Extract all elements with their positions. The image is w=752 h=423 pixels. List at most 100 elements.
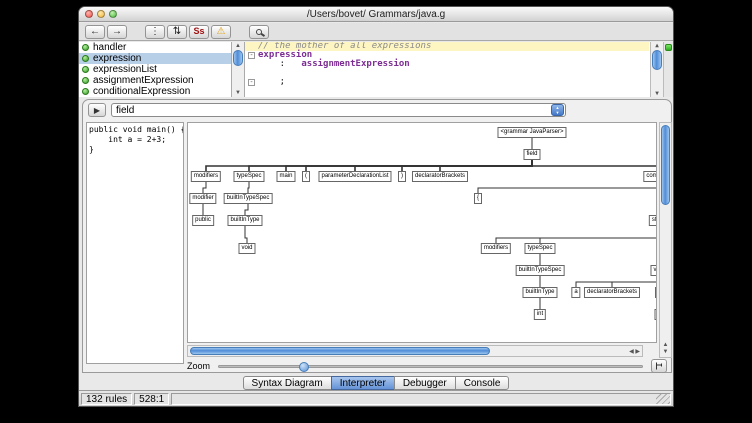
search-icon (256, 29, 262, 35)
fold-gutter (245, 42, 258, 51)
zoom-slider-thumb[interactable] (299, 362, 309, 372)
tab-console[interactable]: Console (455, 376, 510, 390)
editor-scrollbar[interactable]: ▲ ▼ (650, 42, 663, 97)
tree-node-db2[interactable]: declaratorBrackets (584, 287, 640, 298)
editor-line[interactable]: : assignmentExpression (245, 60, 649, 69)
window-title: /Users/bovet/ Grammars/java.g (79, 9, 673, 20)
zoom-label: Zoom (187, 361, 210, 371)
editor-line[interactable]: - ; (245, 78, 649, 87)
rules-scroll-thumb[interactable] (233, 50, 243, 66)
tree-node-bit1[interactable]: builtInType (227, 215, 262, 226)
rule-item[interactable]: handler (79, 42, 231, 53)
tree-node-lc[interactable]: { (474, 193, 482, 204)
fold-gutter (245, 69, 258, 78)
rule-item[interactable]: conditionalExpression (79, 86, 231, 97)
rule-item-label: expression (93, 53, 141, 64)
scroll-down-icon[interactable]: ▼ (651, 90, 663, 97)
tree-node-expr2[interactable]: expression (654, 309, 657, 320)
scroll-up-icon[interactable]: ▲ (232, 43, 244, 49)
rules-scrollbar[interactable]: ▲ ▼ (232, 42, 245, 97)
tree-node-ts1[interactable]: typeSpec (233, 171, 264, 182)
tree-vertical-scrollbar[interactable]: ▲▼ (659, 122, 672, 358)
tree-hscroll-thumb[interactable] (190, 347, 490, 355)
tab-interpreter[interactable]: Interpreter (331, 376, 395, 390)
rule-status-icon (82, 44, 89, 51)
find-button[interactable] (249, 25, 269, 39)
export-tree-button[interactable] (651, 359, 667, 373)
rule-item[interactable]: assignmentExpression (79, 75, 231, 86)
view-tabs: Syntax DiagramInterpreterDebuggerConsole (79, 376, 673, 390)
tree-node-mods1[interactable]: modifiers (191, 171, 221, 182)
grammar-editor[interactable]: // the mother of all expressions-express… (245, 42, 673, 97)
tree-node-bits1[interactable]: builtInTypeSpec (224, 193, 273, 204)
forward-button[interactable]: → (107, 25, 127, 39)
parse-tree-canvas[interactable]: <grammar JavaParser> field modifiers typeSp… (187, 122, 657, 343)
rules-list: handlerexpressionexpressionListassignmen… (79, 42, 232, 97)
tree-node-db1[interactable]: declaratorBrackets (412, 171, 468, 182)
tab-debugger[interactable]: Debugger (394, 376, 456, 390)
tree-edges (188, 123, 657, 343)
play-icon: ▶ (94, 106, 100, 115)
rule-item-label: expressionList (93, 64, 157, 75)
tab-syntax-diagram[interactable]: Syntax Diagram (243, 376, 332, 390)
tree-node-root[interactable]: <grammar JavaParser> (497, 127, 566, 138)
tree-node-ts2[interactable]: typeSpec (524, 243, 555, 254)
title-bar[interactable]: /Users/bovet/ Grammars/java.g (79, 7, 673, 22)
code-segment: assignmentExpression (301, 60, 409, 69)
tree-node-main[interactable]: main (276, 171, 295, 182)
rule-count-cell: 132 rules (81, 393, 132, 405)
warnings-button[interactable]: ⚠ (211, 25, 231, 39)
tree-node-int2[interactable]: int (534, 309, 546, 320)
zoom-controls: Zoom (187, 358, 667, 374)
tree-node-bits2[interactable]: builtInTypeSpec (516, 265, 565, 276)
tree-node-a[interactable]: a (571, 287, 580, 298)
rule-item[interactable]: expression (79, 53, 231, 64)
scroll-arrows-icon[interactable]: ▲▼ (660, 342, 671, 356)
editor-line[interactable] (245, 69, 649, 78)
rule-item[interactable]: expressionList (79, 64, 231, 75)
run-interpreter-button[interactable]: ▶ (88, 103, 106, 117)
tree-node-field[interactable]: field (523, 149, 540, 160)
tree-node-cs[interactable]: compoundStatement (643, 171, 657, 182)
tree-node-vdefs[interactable]: variableDefinitions (650, 265, 657, 276)
scroll-arrows-icon[interactable]: ◀ ▶ (629, 348, 640, 355)
rule-item-label: conditionalExpression (93, 86, 190, 97)
sort-rules-button[interactable]: ⇅ (167, 25, 187, 39)
upper-split: handlerexpressionexpressionListassignmen… (79, 42, 673, 97)
tree-vscroll-thumb[interactable] (661, 125, 670, 205)
tree-node-mods2[interactable]: modifiers (481, 243, 511, 254)
editor-scroll-thumb[interactable] (652, 50, 662, 70)
toolbar: ← → ⋮ ⇅ Ss ⚠ (79, 23, 673, 41)
combo-stepper-icon[interactable]: ▲▼ (551, 104, 564, 116)
tree-node-st[interactable]: statement (649, 215, 657, 226)
case-toggle-button[interactable]: Ss (189, 25, 209, 39)
resize-grip[interactable] (656, 394, 670, 404)
tree-node-rp[interactable]: ) (398, 171, 406, 182)
rule-item-label: assignmentExpression (93, 75, 194, 86)
tree-node-lp[interactable]: ( (302, 171, 310, 182)
fold-icon[interactable]: - (245, 78, 258, 87)
scroll-down-icon[interactable]: ▼ (232, 90, 244, 96)
grammar-ok-indicator (665, 44, 672, 51)
tree-node-bit2[interactable]: builtInType (522, 287, 557, 298)
zoom-slider[interactable] (218, 365, 643, 368)
start-rule-combo[interactable]: field ▲▼ (111, 103, 566, 117)
interpreter-input[interactable]: public void main() { int a = 2+3; } (86, 122, 184, 364)
tree-node-vinit[interactable]: varInitializer (655, 287, 657, 298)
rules-list-icon: ⋮ (150, 27, 160, 37)
tree-node-pdl[interactable]: parameterDeclarationList (318, 171, 391, 182)
rule-status-icon (82, 55, 89, 62)
warning-icon: ⚠ (217, 27, 226, 37)
status-bar: 132 rules 528:1 (79, 390, 673, 406)
code-segment: ; (258, 78, 285, 87)
tree-node-void1[interactable]: void (238, 243, 255, 254)
scroll-up-icon[interactable]: ▲ (651, 42, 663, 49)
back-icon: ← (90, 27, 100, 37)
fold-icon[interactable]: - (245, 51, 258, 60)
tree-node-mod1[interactable]: modifier (189, 193, 216, 204)
rule-item-label: handler (93, 42, 126, 53)
rules-view-button[interactable]: ⋮ (145, 25, 165, 39)
tree-horizontal-scrollbar[interactable]: ◀ ▶ (187, 345, 643, 357)
tree-node-pub[interactable]: public (192, 215, 214, 226)
back-button[interactable]: ← (85, 25, 105, 39)
